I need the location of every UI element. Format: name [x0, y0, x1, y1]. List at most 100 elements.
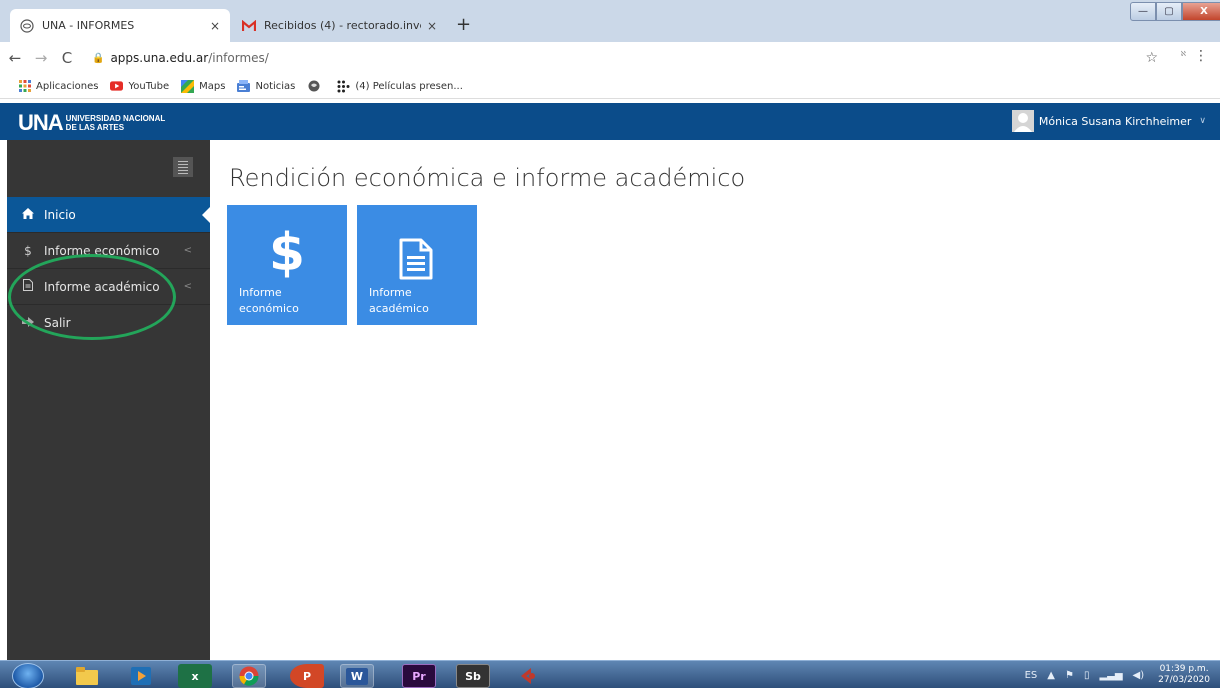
taskbar-word[interactable]: W	[340, 664, 374, 688]
sidebar-item-label: Informe académico	[44, 279, 160, 294]
bookmark-globe[interactable]	[307, 80, 325, 93]
tile-label-line1: Informe	[239, 286, 282, 299]
dots-icon	[337, 80, 350, 93]
bookmarks-bar: Aplicaciones YouTube Maps Noticias (4) P…	[0, 74, 1220, 99]
tile-informe-economico[interactable]: $ Informe económico	[227, 205, 347, 325]
logo-sub-line2: DE LAS ARTES	[65, 123, 125, 132]
news-icon	[237, 80, 251, 93]
bookmark-peliculas[interactable]: (4) Películas presen...	[337, 80, 463, 93]
clock[interactable]: 01:39 p.m. 27/03/2020	[1158, 664, 1210, 686]
home-icon	[20, 207, 36, 222]
taskbar-powerpoint[interactable]: P	[290, 664, 324, 688]
extension-icon[interactable]: ℵ	[1181, 50, 1186, 58]
sidebar-item-inicio[interactable]: Inicio	[7, 197, 210, 233]
sidebar-item-label: Inicio	[44, 207, 76, 222]
taskbar-chrome[interactable]	[232, 664, 266, 688]
window-controls: — ▢ X	[1130, 2, 1220, 21]
network-warning-icon[interactable]: ⚑	[1065, 670, 1074, 681]
sidebar: Inicio $ Informe económico < Informe aca…	[7, 140, 210, 660]
user-name: Mónica Susana Kirchheimer	[1038, 114, 1192, 128]
bookmark-label: YouTube	[128, 80, 170, 92]
bookmark-youtube[interactable]: YouTube	[110, 80, 169, 93]
logo-sub-line1: UNIVERSIDAD NACIONAL	[65, 114, 166, 123]
tile-label: Informe académico	[369, 285, 469, 317]
url-path: /informes/	[208, 51, 269, 65]
taskbar-storyboard[interactable]: Sb	[456, 664, 490, 688]
forward-icon[interactable]: →	[30, 49, 52, 67]
document-icon	[20, 279, 36, 294]
tab-una-informes[interactable]: UNA - INFORMES ×	[10, 9, 230, 42]
language-indicator[interactable]: ES	[1025, 670, 1038, 681]
document-icon	[399, 238, 433, 284]
start-button[interactable]	[12, 663, 44, 688]
url-field[interactable]: apps.una.edu.ar/informes/	[110, 51, 268, 65]
taskbar-file-explorer[interactable]	[70, 664, 104, 688]
tile-label-line2: económico	[239, 302, 299, 315]
tile-informe-academico[interactable]: Informe académico	[357, 205, 477, 325]
sidebar-item-label: Informe económico	[44, 243, 160, 258]
taskbar-word-label: W	[345, 667, 369, 685]
maximize-button[interactable]: ▢	[1156, 2, 1182, 21]
sidebar-toggle-icon[interactable]	[173, 157, 193, 177]
taskbar-media-app[interactable]	[124, 664, 158, 688]
logo-sub: UNIVERSIDAD NACIONAL DE LAS ARTES	[66, 114, 166, 132]
chevron-left-icon: <	[183, 281, 192, 292]
bookmark-noticias[interactable]: Noticias	[237, 80, 295, 93]
bookmark-maps[interactable]: Maps	[181, 79, 226, 93]
sidebar-item-label: Salir	[44, 316, 71, 330]
gmail-icon	[242, 19, 256, 33]
tab-title: Recibidos (4) - rectorado.investig	[264, 19, 421, 32]
tile-label-line2: académico	[369, 302, 429, 315]
volume-icon[interactable]: ◀)	[1133, 670, 1145, 681]
tray-expand-icon[interactable]: ▲	[1047, 670, 1055, 681]
logo-main: UNA	[18, 110, 64, 135]
user-menu[interactable]: Mónica Susana Kirchheimer ∨	[1011, 110, 1206, 132]
bookmark-label: Noticias	[255, 80, 296, 92]
bookmark-label: Aplicaciones	[36, 80, 99, 92]
apps-grid-icon	[18, 80, 31, 93]
app-arrow-icon	[521, 668, 535, 684]
browser-tab-strip: UNA - INFORMES × Recibidos (4) - rectora…	[0, 0, 1220, 42]
globe-icon	[307, 80, 320, 93]
clock-time: 01:39 p.m.	[1159, 664, 1209, 674]
tab-title: UNA - INFORMES	[42, 19, 135, 32]
reload-icon[interactable]: C	[56, 49, 78, 67]
bookmark-aplicaciones[interactable]: Aplicaciones	[18, 80, 98, 93]
bookmark-star-icon[interactable]: ☆	[1145, 50, 1158, 66]
sidebar-item-informe-economico[interactable]: $ Informe económico <	[7, 233, 210, 269]
una-logo[interactable]: UNA UNIVERSIDAD NACIONAL DE LAS ARTES	[18, 110, 165, 136]
avatar	[1011, 110, 1034, 132]
battery-icon[interactable]: ▯	[1084, 670, 1090, 681]
back-icon[interactable]: ←	[4, 49, 26, 67]
bookmark-label: (4) Películas presen...	[355, 80, 463, 92]
tab-close-icon[interactable]: ×	[210, 19, 220, 33]
exit-icon	[20, 316, 36, 330]
new-tab-button[interactable]: +	[456, 16, 471, 34]
taskbar-excel[interactable]: x	[178, 664, 212, 688]
sidebar-item-informe-academico[interactable]: Informe académico <	[7, 269, 210, 305]
chevron-down-icon: ∨	[1199, 116, 1206, 126]
chevron-left-icon: <	[183, 245, 192, 256]
taskbar-premiere[interactable]: Pr	[402, 664, 436, 688]
browser-menu-icon[interactable]: ⋮	[1194, 48, 1208, 64]
bookmark-label: Maps	[199, 80, 226, 92]
dollar-icon: $	[24, 243, 32, 258]
url-host: apps.una.edu.ar	[110, 51, 209, 65]
media-icon	[131, 667, 151, 685]
youtube-icon	[110, 80, 124, 93]
close-window-button[interactable]: X	[1182, 2, 1220, 21]
tab-close-icon[interactable]: ×	[427, 19, 437, 33]
una-favicon-icon	[20, 18, 34, 33]
sidebar-item-salir[interactable]: Salir	[7, 305, 210, 341]
lock-icon: 🔒	[92, 52, 105, 64]
folder-icon	[76, 667, 98, 685]
system-tray: ES ▲ ⚑ ▯ ▂▃▅ ◀) 01:39 p.m. 27/03/2020	[1015, 661, 1210, 688]
signal-icon[interactable]: ▂▃▅	[1099, 670, 1122, 681]
taskbar-other-app[interactable]	[510, 664, 544, 688]
minimize-button[interactable]: —	[1130, 2, 1156, 21]
tab-gmail[interactable]: Recibidos (4) - rectorado.investig ×	[232, 9, 447, 42]
clock-date: 27/03/2020	[1158, 675, 1210, 685]
dollar-icon: $	[268, 223, 306, 283]
chrome-icon	[239, 666, 259, 686]
address-bar-row: ← → C 🔒 apps.una.edu.ar/informes/ ☆ ℵ ⋮	[0, 42, 1220, 74]
